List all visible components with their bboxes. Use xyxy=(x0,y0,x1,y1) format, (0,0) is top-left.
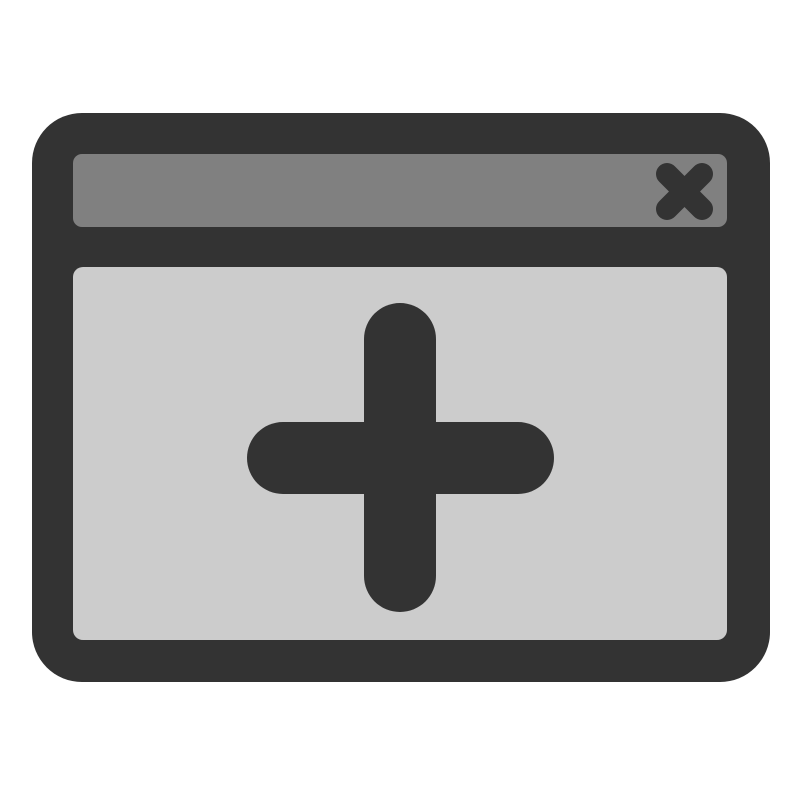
new-window-icon xyxy=(32,113,770,682)
icon-canvas xyxy=(0,0,800,800)
close-icon xyxy=(656,163,713,220)
title-bar xyxy=(73,154,727,227)
plus-icon-horizontal xyxy=(247,422,554,494)
